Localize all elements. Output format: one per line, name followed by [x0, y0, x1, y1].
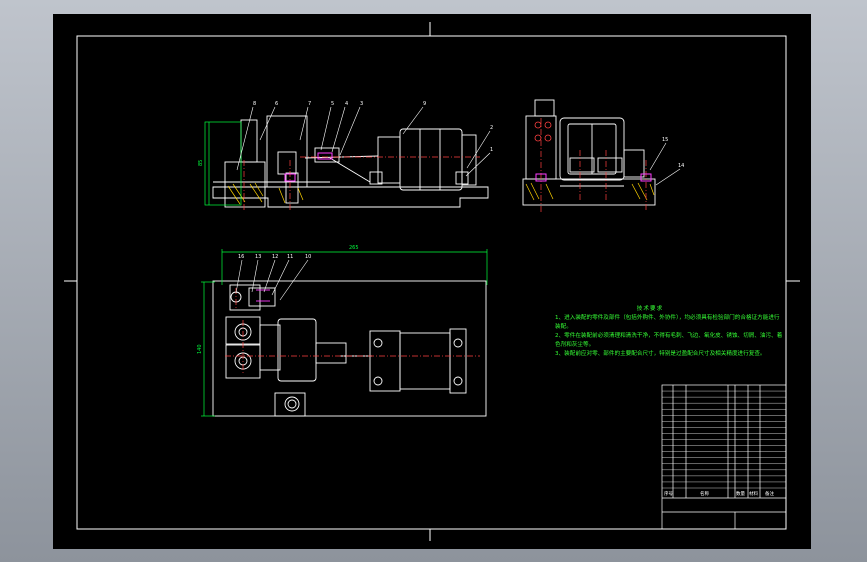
front-dim-height-label: 85 [198, 160, 204, 166]
plan-view [212, 280, 487, 417]
balloon-5: 5 [331, 101, 334, 107]
bom-footer-remark: 备注 [765, 490, 774, 497]
requirement-3: 3、装配前应对零、部件的主要配合尺寸，特别是过盈配合尺寸及相关精度进行复查。 [555, 351, 766, 357]
plan-dim-height-label: 140 [197, 344, 203, 354]
requirement-2: 2、零件在装配前必须清理和清洗干净，不得有毛刺、飞边、氧化皮、锈蚀、切屑、油污、… [555, 333, 783, 348]
plan-leaders [235, 259, 309, 301]
balloon-15: 15 [662, 137, 668, 143]
assembly-drawing: 85 8 6 7 5 4 3 9 2 1 15 14 265 140 16 13… [64, 22, 800, 541]
balloon-9: 9 [423, 101, 426, 107]
balloon-10: 10 [305, 254, 311, 260]
bom-footer: 序号 名称 数量 材料 备注 [664, 490, 774, 497]
front-centerlines [243, 156, 480, 210]
balloon-3: 3 [360, 101, 363, 107]
sheet-border [64, 22, 800, 541]
title-block [661, 384, 787, 530]
balloon-7: 7 [308, 101, 311, 107]
balloon-13: 13 [255, 254, 261, 260]
plan-balloons: 16 13 12 11 10 [238, 254, 311, 260]
cad-viewport[interactable]: 85 8 6 7 5 4 3 9 2 1 15 14 265 140 16 13… [0, 0, 867, 562]
side-balloons: 15 14 [662, 137, 684, 169]
bom-rows [662, 390, 786, 489]
front-balloons: 8 6 7 5 4 3 9 2 1 [253, 101, 493, 153]
balloon-16: 16 [238, 254, 244, 260]
drawing-sheet: 85 8 6 7 5 4 3 9 2 1 15 14 265 140 16 13… [53, 14, 811, 549]
side-centerlines [540, 118, 647, 212]
balloon-4: 4 [345, 101, 348, 107]
side-holes [534, 121, 552, 142]
balloon-1: 1 [490, 147, 493, 153]
plan-holes [230, 291, 463, 412]
technical-requirements-title: 技术要求 [636, 306, 664, 312]
front-hatch [227, 182, 304, 205]
front-dim-height [204, 121, 242, 206]
balloon-14: 14 [678, 163, 684, 169]
plan-highlights [256, 289, 270, 302]
bom-footer-name: 名称 [700, 490, 709, 497]
plan-dims [201, 249, 488, 417]
front-leaders [236, 106, 491, 177]
bom-footer-no: 序号 [664, 490, 673, 497]
bom-footer-qty: 数量 [736, 490, 745, 497]
plan-dim-width-label: 265 [349, 245, 359, 251]
balloon-2: 2 [490, 125, 493, 131]
technical-requirements: 技术要求 1、进入装配的零件及部件（包括外购件、外协件），均必须具有检验部门的合… [555, 305, 785, 359]
side-view [522, 99, 656, 206]
bom-footer-material: 材料 [749, 490, 758, 497]
balloon-8: 8 [253, 101, 256, 107]
requirement-1: 1、进入装配的零件及部件（包括外购件、外协件），均必须具有检验部门的合格证方能进… [555, 315, 780, 330]
balloon-12: 12 [272, 254, 278, 260]
balloon-6: 6 [275, 101, 278, 107]
balloon-11: 11 [287, 254, 293, 260]
